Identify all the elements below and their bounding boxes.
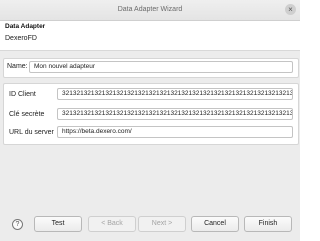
client-id-input[interactable]: 3213213213213213213213213213213213213213… [57,88,293,100]
help-icon[interactable]: ? [12,219,23,230]
next-button[interactable]: Next > [138,216,186,232]
name-label: Name: [7,63,28,70]
close-icon[interactable]: × [285,4,296,15]
wizard-footer: ? Test < Back Next > Cancel Finish [0,210,300,241]
secret-label: Clé secrète [9,111,45,118]
server-url-input[interactable]: https://beta.dexero.com/ [57,126,293,138]
finish-button[interactable]: Finish [244,216,292,232]
header-description: DexeroFD [5,35,37,42]
title-bar[interactable]: Data Adapter Wizard × [0,0,300,21]
window-title: Data Adapter Wizard [117,6,183,13]
credentials-panel: ID Client 321321321321321321321321321321… [3,83,299,145]
cancel-button[interactable]: Cancel [191,216,239,232]
back-button[interactable]: < Back [88,216,136,232]
secret-input[interactable]: 3213213213213213213213213213213213213213… [57,108,293,120]
name-panel: Name: Mon nouvel adapteur [3,58,299,78]
name-input[interactable]: Mon nouvel adapteur [29,61,293,73]
client-id-label: ID Client [9,91,36,98]
header-title: Data Adapter [5,23,46,30]
wizard-header: Data Adapter DexeroFD [0,21,300,51]
server-url-label: URL du server [9,129,54,136]
test-button[interactable]: Test [34,216,82,232]
wizard-window: Data Adapter Wizard × Data Adapter Dexer… [0,0,300,241]
